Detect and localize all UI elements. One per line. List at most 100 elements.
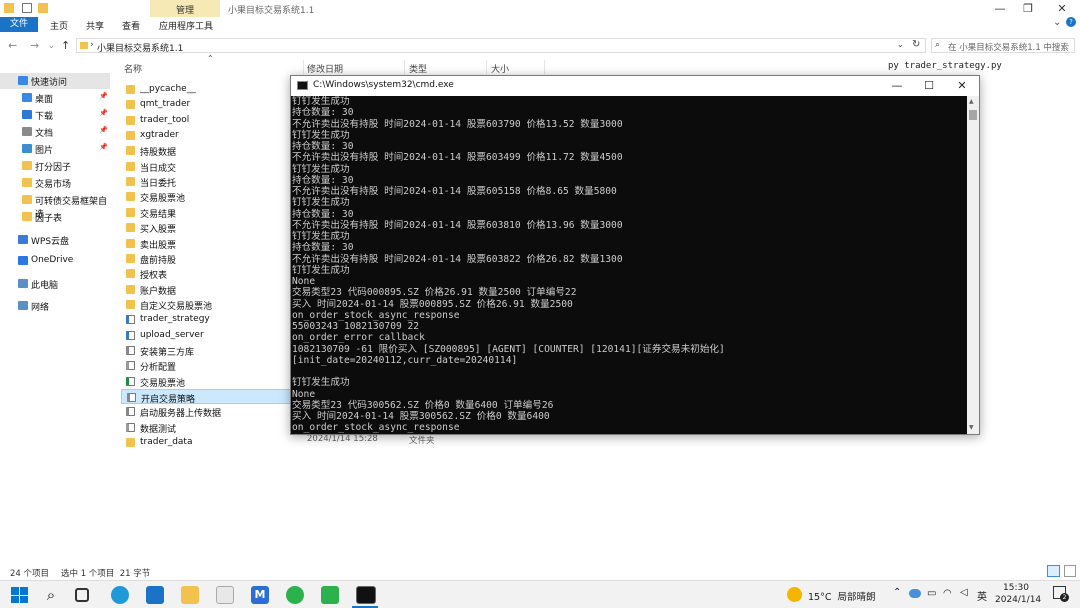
sidebar-item[interactable]: 交易市场	[0, 175, 110, 191]
new-folder-icon[interactable]	[38, 3, 48, 13]
tab-home[interactable]: 主页	[50, 19, 68, 32]
file-row[interactable]: 授权表	[121, 266, 293, 281]
file-row[interactable]: 启动服务器上传数据	[121, 404, 293, 419]
cmd-close-button[interactable]: ✕	[947, 79, 977, 92]
pin-icon[interactable]: 📌	[99, 109, 108, 117]
up-arrow-icon[interactable]: ↑	[61, 39, 70, 52]
file-row[interactable]: 当日委托	[121, 174, 293, 189]
refresh-icon[interactable]: ↻	[912, 39, 920, 50]
tab-share[interactable]: 共享	[86, 19, 104, 32]
cmd-window[interactable]: C:\Windows\system32\cmd.exe — ☐ ✕ 钉钉发生成功…	[290, 75, 980, 435]
store-icon[interactable]	[216, 586, 234, 604]
tab-app-tools[interactable]: 应用程序工具	[159, 19, 213, 32]
cmd-titlebar[interactable]: C:\Windows\system32\cmd.exe — ☐ ✕	[291, 76, 979, 96]
address-input[interactable]: › 小果目标交易系统1.1 ⌄ ↻	[76, 38, 926, 54]
close-button[interactable]: ✕	[1047, 2, 1077, 15]
app-green-icon[interactable]	[321, 586, 339, 604]
checkbox-icon[interactable]	[22, 3, 32, 13]
wifi-icon[interactable]: ◠	[943, 588, 952, 599]
maximize-button[interactable]: ❐	[1013, 2, 1043, 15]
pin-icon[interactable]: 📌	[99, 126, 108, 134]
windows-start-icon[interactable]	[10, 586, 28, 604]
file-row[interactable]: 自定义交易股票池	[121, 297, 293, 312]
file-row[interactable]: 账户数据	[121, 282, 293, 297]
scroll-down-icon[interactable]: ▼	[969, 424, 974, 431]
cmd-taskbar-icon[interactable]	[356, 586, 376, 604]
minimize-button[interactable]: —	[985, 2, 1015, 15]
column-size[interactable]: 大小	[491, 62, 509, 75]
notification-icon[interactable]: 2	[1053, 586, 1069, 602]
sidebar-item[interactable]: 下载 📌	[0, 107, 110, 123]
wechat-icon[interactable]	[286, 586, 304, 604]
edge-icon[interactable]	[111, 586, 129, 604]
column-name[interactable]: 名称	[124, 62, 142, 75]
sidebar-item[interactable]: 文档 📌	[0, 124, 110, 140]
details-view-icon[interactable]	[1047, 565, 1060, 577]
file-row[interactable]: 交易股票池	[121, 374, 293, 389]
sidebar-item[interactable]: 网络	[0, 298, 110, 314]
file-row[interactable]: trader_tool	[121, 113, 293, 128]
sidebar-item[interactable]: 图片 📌	[0, 141, 110, 157]
cmd-minimize-button[interactable]: —	[882, 79, 912, 92]
sidebar-item[interactable]: 快速访问	[0, 73, 110, 89]
scrollbar-thumb[interactable]	[969, 110, 977, 120]
tab-view[interactable]: 查看	[122, 19, 140, 32]
context-tab-label[interactable]: 管理	[150, 3, 220, 16]
file-row[interactable]: 开启交易策略	[121, 389, 293, 405]
console-line: None	[292, 388, 316, 400]
file-row[interactable]: xgtrader	[121, 128, 293, 143]
scroll-up-icon[interactable]: ▲	[969, 98, 974, 105]
file-row[interactable]: 买入股票	[121, 220, 293, 235]
help-icon[interactable]: ?	[1066, 17, 1076, 27]
file-row[interactable]: qmt_trader	[121, 97, 293, 112]
sidebar-item[interactable]: 桌面 📌	[0, 90, 110, 106]
mail-icon[interactable]	[146, 586, 164, 604]
file-row[interactable]: __pycache__	[121, 82, 293, 97]
forward-arrow-icon[interactable]: →	[30, 39, 39, 52]
file-row[interactable]: 持股数据	[121, 143, 293, 158]
column-type[interactable]: 类型	[409, 62, 427, 75]
chevron-down-icon[interactable]: ⌄	[48, 41, 55, 50]
clock-time[interactable]: 15:30	[1003, 583, 1029, 593]
ime-indicator[interactable]: 英	[977, 588, 987, 603]
app-m-icon[interactable]: M	[251, 586, 269, 604]
console-output[interactable]: 钉钉发生成功 持仓数量: 30 不允许卖出没有持股 时间2024-01-14 股票6…	[291, 96, 967, 434]
file-row[interactable]: 当日成交	[121, 159, 293, 174]
file-row[interactable]: 分析配置	[121, 358, 293, 373]
file-row[interactable]: upload_server	[121, 328, 293, 343]
column-modified[interactable]: 修改日期	[307, 62, 343, 75]
chevron-down-icon[interactable]: ⌄	[1053, 17, 1061, 28]
volume-icon[interactable]: ◁	[960, 587, 968, 598]
sidebar-item[interactable]: 因子表	[0, 209, 110, 225]
sidebar-item[interactable]: 可转债交易框架自选	[0, 192, 110, 220]
task-view-icon[interactable]	[75, 588, 89, 602]
search-input[interactable]: ⌕ 在 小果目标交易系统1.1 中搜索	[931, 38, 1075, 53]
sidebar-item[interactable]: 此电脑	[0, 276, 110, 292]
file-row[interactable]: 数据测试	[121, 420, 293, 435]
file-row[interactable]: 交易股票池	[121, 189, 293, 204]
file-row[interactable]: 安装第三方库	[121, 343, 293, 358]
cloud-icon[interactable]	[909, 589, 921, 598]
file-row[interactable]: 交易结果	[121, 205, 293, 220]
chevron-up-icon[interactable]: ⌃	[893, 587, 901, 598]
clock-date[interactable]: 2024/1/14	[995, 595, 1041, 605]
file-row[interactable]: 卖出股票	[121, 236, 293, 251]
sidebar-item[interactable]: WPS云盘	[0, 232, 110, 248]
chevron-down-icon[interactable]: ⌄	[897, 40, 904, 49]
cmd-scrollbar[interactable]: ▲ ▼	[967, 96, 979, 434]
sidebar-item[interactable]: 打分因子	[0, 158, 110, 174]
network-icon[interactable]: ▭	[927, 588, 936, 599]
file-explorer-icon[interactable]	[181, 586, 199, 604]
back-arrow-icon[interactable]: ←	[8, 39, 17, 52]
cmd-maximize-button[interactable]: ☐	[914, 79, 944, 92]
file-row[interactable]: 盘前持股	[121, 251, 293, 266]
tiles-view-icon[interactable]	[1064, 565, 1076, 577]
weather-text[interactable]: 15°C 局部晴朗	[808, 589, 876, 603]
search-icon[interactable]: ⌕	[42, 586, 60, 604]
file-row[interactable]: trader_strategy	[121, 312, 293, 327]
tab-file[interactable]: 文件	[0, 17, 38, 32]
pin-icon[interactable]: 📌	[99, 92, 108, 100]
pin-icon[interactable]: 📌	[99, 143, 108, 151]
file-row[interactable]: trader_data	[121, 435, 293, 450]
sidebar-item[interactable]: OneDrive	[0, 253, 110, 269]
